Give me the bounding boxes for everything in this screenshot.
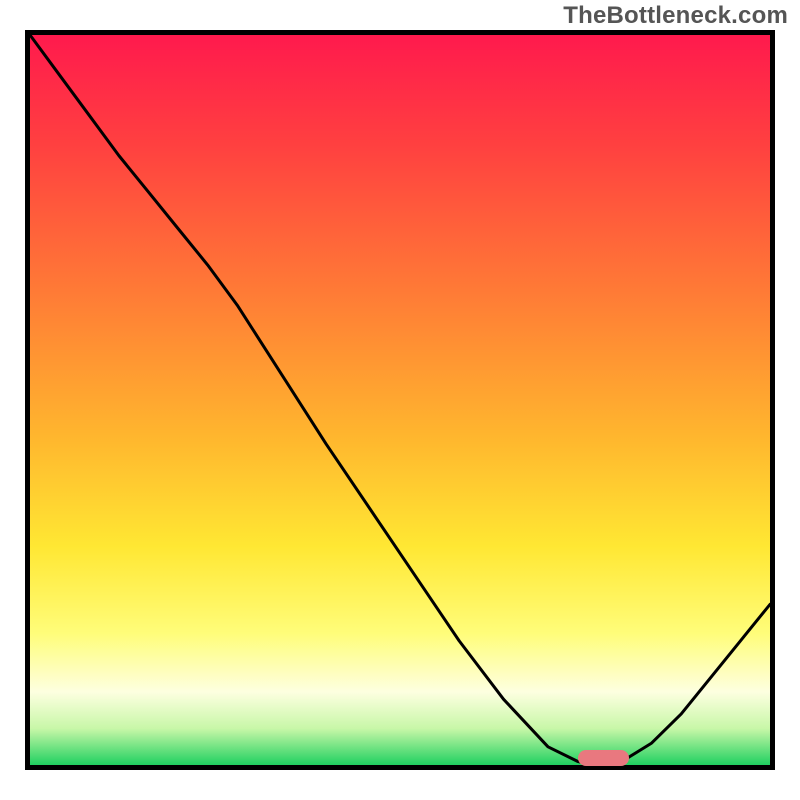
gradient-background <box>30 35 770 765</box>
plot-svg <box>30 35 770 765</box>
plot-area <box>25 30 775 770</box>
chart-container: TheBottleneck.com <box>0 0 800 800</box>
optimal-marker <box>578 750 630 766</box>
watermark-text: TheBottleneck.com <box>563 2 788 30</box>
